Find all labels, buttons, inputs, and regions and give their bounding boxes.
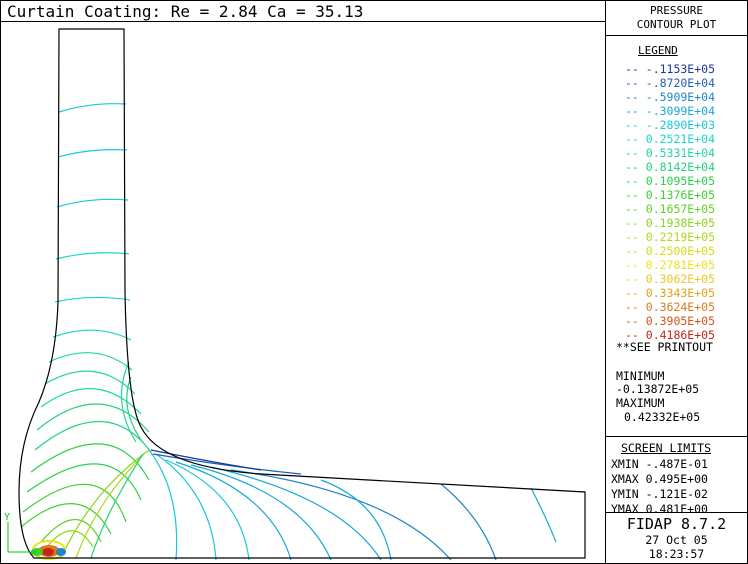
contour-line <box>36 403 150 433</box>
contour-line <box>40 388 142 415</box>
legend-entry: -- -.3099E+04 <box>625 104 716 118</box>
plot-date: 27 Oct 05 <box>645 533 708 547</box>
legend-entry: -- 0.2521E+04 <box>625 132 716 146</box>
see-printout-note: **SEE PRINTOUT <box>616 340 713 354</box>
contour-line <box>48 352 133 371</box>
maximum-value: 0.42332E+05 <box>624 410 701 424</box>
contour-line <box>165 459 250 561</box>
brand-divider <box>606 512 747 513</box>
contour-line <box>54 296 131 303</box>
y-axis-label: Y <box>4 512 10 523</box>
screen-limits-title: SCREEN LIMITS <box>621 441 712 455</box>
peak-low <box>56 548 66 556</box>
legend-entry: -- 0.1095E+05 <box>625 174 716 188</box>
plot-type-line1: PRESSURE <box>650 4 703 17</box>
legend-entry: -- 0.2500E+05 <box>625 244 716 258</box>
contour-line <box>56 198 129 208</box>
legend-entry: -- -.1153E+05 <box>625 62 716 76</box>
plot-type-line2: CONTOUR PLOT <box>636 18 717 31</box>
fidap-plot-window: Curtain Coating: Re = 2.84 Ca = 35.13 Y … <box>0 0 748 564</box>
legend-entry: -- 0.1938E+05 <box>625 216 716 230</box>
contour-line <box>20 503 112 535</box>
screen-limits-list: XMIN -.487E-01 XMAX 0.495E+00 YMIN -.121E-… <box>611 457 708 517</box>
contour-line <box>30 443 150 481</box>
header-divider <box>606 35 747 36</box>
legend-entry: -- 0.2781E+05 <box>625 258 716 272</box>
maximum-label: MAXIMUM <box>616 396 665 410</box>
pressure-peak-region <box>31 540 66 560</box>
legend-entry: -- 0.3905E+05 <box>625 314 716 328</box>
contour-line <box>75 451 147 559</box>
limits-divider <box>606 436 747 437</box>
legend-entry: -- 0.3062E+05 <box>625 272 716 286</box>
plot-title: Curtain Coating: Re = 2.84 Ca = 35.13 <box>0 0 606 22</box>
contour-line <box>530 487 557 543</box>
plot-area: Y <box>0 21 606 564</box>
contour-line <box>190 464 332 561</box>
screen-limit-row: XMIN -.487E-01 <box>611 457 708 471</box>
minimum-value: -0.13872E+05 <box>616 382 700 396</box>
flow-domain-boundary <box>18 28 586 559</box>
side-panel: PRESSURE CONTOUR PLOT LEGEND -- -.1153E+… <box>605 0 748 564</box>
legend-entry: -- 0.1376E+05 <box>625 188 716 202</box>
contour-line <box>22 483 127 523</box>
legend-list: -- -.1153E+05 -- -.8720E+04 -- -.5909E+04-… <box>625 62 715 342</box>
plot-time: 18:23:57 <box>648 547 705 561</box>
legend-entry: -- 0.3624E+05 <box>625 300 716 314</box>
contour-line <box>58 103 127 113</box>
screen-limit-row: YMIN -.121E-02 <box>611 487 708 501</box>
legend-entry: -- 0.3343E+05 <box>625 286 716 300</box>
legend-entry: -- -.8720E+04 <box>625 76 716 90</box>
contour-line <box>440 483 497 561</box>
legend-entry: -- 0.8142E+04 <box>625 160 716 174</box>
legend-title: LEGEND <box>638 44 678 57</box>
software-version: FIDAP 8.7.2 <box>626 515 727 533</box>
legend-entry: -- -.2890E+03 <box>625 118 716 132</box>
legend-entry: -- -.5909E+04 <box>625 90 716 104</box>
pressure-contours <box>20 103 557 561</box>
contour-line <box>230 469 452 561</box>
contour-plot: Y <box>4 28 586 561</box>
screen-limit-row: XMAX 0.495E+00 <box>611 472 708 486</box>
contour-line <box>55 252 130 260</box>
legend-entry: -- 0.2219E+05 <box>625 230 716 244</box>
legend-entry: -- 0.1657E+05 <box>625 202 716 216</box>
legend-entry: -- 0.5331E+04 <box>625 146 716 160</box>
contour-line <box>57 149 128 158</box>
contour-line <box>52 329 132 341</box>
peak-inner <box>42 548 54 556</box>
contour-line <box>26 463 142 501</box>
contour-line <box>320 479 392 561</box>
